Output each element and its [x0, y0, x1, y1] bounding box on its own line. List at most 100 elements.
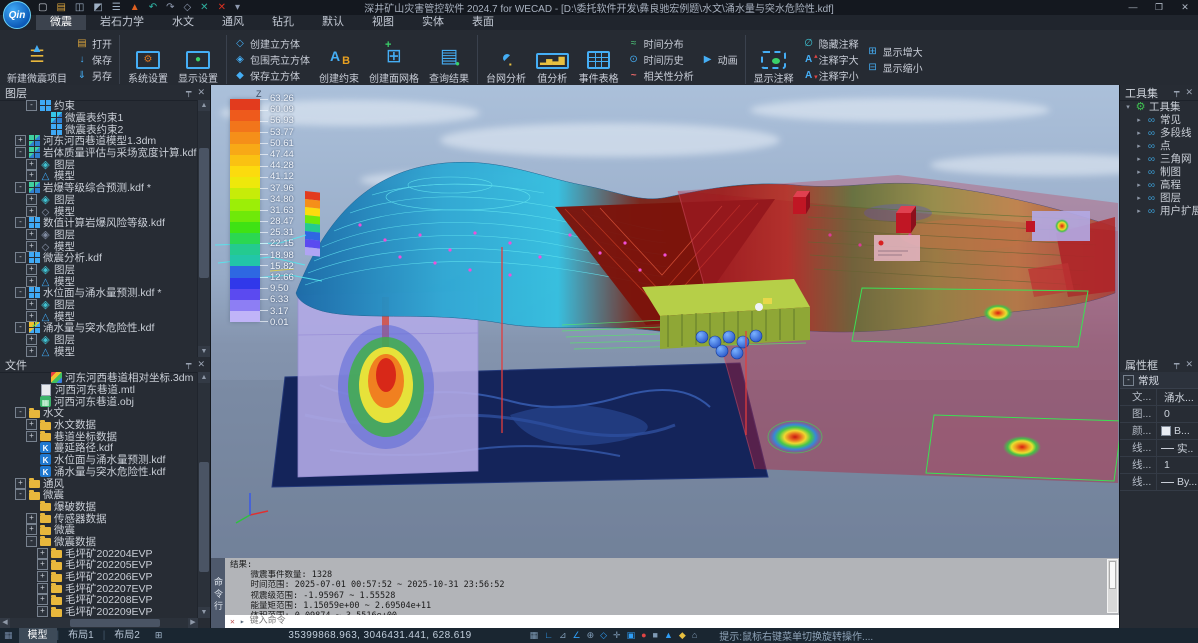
ribbon-small-button[interactable]: 显示缩小 [867, 60, 923, 75]
qat-icon[interactable]: ✕ [200, 0, 208, 15]
files-hscrollbar[interactable]: ◀ ▶ [0, 618, 198, 628]
tree-item[interactable]: - 水位面与涌水量预测.kdf * [0, 287, 198, 299]
status-toggle-icon[interactable]: ∟ [544, 630, 553, 641]
toolset-item[interactable]: ▸ 制图 [1120, 165, 1198, 178]
tree-expander[interactable]: - [15, 182, 26, 193]
ribbon-small-button[interactable]: 保存立方体 [234, 68, 310, 83]
property-row[interactable]: 线... 1 [1120, 457, 1198, 474]
ribbon-small-button[interactable]: 注释字大 [803, 52, 859, 67]
tab-model[interactable]: 模型 [19, 628, 57, 643]
tree-expander[interactable]: - [15, 147, 26, 158]
ribbon-tab[interactable]: 微震 [36, 15, 86, 30]
property-row[interactable]: 线... By... [1120, 474, 1198, 491]
tree-expander[interactable]: + [15, 478, 26, 489]
value-analysis-button[interactable]: 值分析 [531, 32, 574, 87]
tree-expander[interactable]: + [26, 276, 37, 287]
tree-expander[interactable]: + [37, 548, 48, 559]
model-space-icon[interactable]: ▦ [4, 630, 13, 641]
qat-icon[interactable]: ▢ [38, 0, 47, 15]
toolset-item[interactable]: ▸ 高程 [1120, 178, 1198, 191]
query-results-button[interactable]: 查询结果 [424, 32, 474, 87]
ribbon-tab[interactable]: 通风 [208, 15, 258, 30]
toolset-item[interactable]: ▸ 多段线 [1120, 126, 1198, 139]
property-row[interactable]: 线... 实.. [1120, 440, 1198, 457]
toolset-expander[interactable]: ▸ [1135, 129, 1143, 137]
command-input[interactable]: ✕ ▸ 键入命令 [225, 615, 1120, 628]
pin-icon[interactable]: ┯ [186, 359, 191, 370]
tree-expander[interactable]: - [15, 252, 26, 263]
ribbon-small-button[interactable]: 相关性分析 [628, 68, 694, 83]
toolset-expander[interactable]: ▸ [1135, 142, 1143, 150]
tree-expander[interactable]: - [15, 489, 26, 500]
tree-expander[interactable]: + [37, 583, 48, 594]
pin-icon[interactable]: ┯ [1174, 359, 1179, 370]
maximize-button[interactable]: ❐ [1146, 0, 1172, 15]
show-annotation-button[interactable]: 显示注释 [749, 32, 799, 87]
close-icon[interactable]: ✕ [197, 87, 205, 98]
tree-expander[interactable]: + [37, 594, 48, 605]
tree-item[interactable]: + 传感器数据 [0, 512, 198, 524]
tree-expander[interactable]: - [15, 322, 26, 333]
ribbon-tab[interactable]: 实体 [408, 15, 458, 30]
tree-expander[interactable]: + [26, 431, 37, 442]
tree-item[interactable]: + 图层 [0, 194, 198, 206]
tree-item[interactable]: + 图层 [0, 229, 198, 241]
tree-expander[interactable]: - [15, 287, 26, 298]
layers-scrollbar[interactable]: ▲ ▼ [197, 100, 210, 357]
status-toggle-icon[interactable]: ◇ [600, 630, 607, 641]
ribbon-tab[interactable]: 视图 [358, 15, 408, 30]
ribbon-small-button[interactable]: 打开 [76, 36, 112, 51]
qat-icon[interactable]: ▲ [130, 0, 140, 15]
ribbon-small-button[interactable]: 包围壳立方体 [234, 52, 310, 67]
tree-item[interactable]: 涌水量与突水危险性.kdf [0, 466, 198, 478]
3d-viewport[interactable]: Z 63.2660.0956.9353.7750.6147.4444.2841.… [210, 85, 1120, 628]
toolset-expander[interactable]: ▸ [1135, 194, 1143, 202]
toolset-item[interactable]: ▾ 工具集 [1120, 100, 1198, 113]
tree-expander[interactable]: + [26, 194, 37, 205]
ribbon-small-button[interactable]: 时间分布 [628, 36, 694, 51]
network-analysis-button[interactable]: 台网分析 [481, 32, 531, 87]
tree-item[interactable]: + 毛坪矿202209EVP [0, 606, 198, 618]
tree-item[interactable]: - 水文 [0, 407, 198, 419]
scroll-down-icon[interactable]: ▼ [198, 607, 210, 618]
tree-item[interactable]: 河西河东巷道.obj [0, 395, 198, 407]
qat-icon[interactable]: ◇ [183, 0, 191, 15]
command-log[interactable]: 结果: 微震事件数量: 1328 时间范围: 2025-07-01 00:57:… [225, 558, 1120, 628]
qat-icon[interactable]: ↶ [149, 0, 157, 15]
minimize-button[interactable]: — [1120, 0, 1146, 15]
ribbon-tab[interactable]: 表面 [458, 15, 508, 30]
tree-item[interactable]: - 岩爆等级综合预测.kdf * [0, 182, 198, 194]
tree-item[interactable]: + 图层 [0, 264, 198, 276]
status-toggle-icon[interactable]: ■ [653, 630, 658, 641]
tree-expander[interactable]: + [26, 524, 37, 535]
create-surface-mesh-button[interactable]: 创建面网格 [364, 32, 424, 87]
scroll-up-icon[interactable]: ▲ [198, 100, 210, 111]
toolset-expander[interactable]: ▸ [1135, 155, 1143, 163]
files-scrollbar[interactable]: ▲ ▼ [197, 372, 210, 618]
tree-expander[interactable]: - [15, 217, 26, 228]
tree-item[interactable]: + 图层 [0, 299, 198, 311]
new-layout-icon[interactable]: ⊞ [149, 630, 169, 641]
ribbon-small-button[interactable]: 保存 [76, 52, 112, 67]
ribbon-tab[interactable]: 岩石力学 [86, 15, 158, 30]
tree-item[interactable]: + 图层 [0, 334, 198, 346]
tree-expander[interactable]: + [15, 135, 26, 146]
toolset-expander[interactable]: ▸ [1135, 181, 1143, 189]
property-row[interactable]: 颜... B... [1120, 423, 1198, 440]
app-logo[interactable]: Qin [3, 1, 31, 29]
close-icon[interactable]: ✕ [1185, 359, 1193, 370]
toolset-expander[interactable]: ▸ [1135, 116, 1143, 124]
ribbon-tab[interactable]: 钻孔 [258, 15, 308, 30]
tree-item[interactable]: + 图层 [0, 158, 198, 170]
tree-item[interactable]: + 微震 [0, 524, 198, 536]
tree-expander[interactable]: + [26, 334, 37, 345]
toolset-expander[interactable]: ▾ [1124, 103, 1132, 111]
event-table-button[interactable]: 事件表格 [574, 32, 624, 87]
tree-expander[interactable]: + [37, 559, 48, 570]
ribbon-small-button[interactable]: 时间历史 [628, 52, 694, 67]
properties-group-header[interactable]: - 常规 [1120, 372, 1198, 389]
ribbon-small-button[interactable]: 另存 [76, 68, 112, 83]
scroll-left-icon[interactable]: ◀ [0, 618, 10, 628]
clear-command-icon[interactable]: ✕ [230, 617, 235, 627]
qat-icon[interactable]: ◩ [93, 0, 102, 15]
